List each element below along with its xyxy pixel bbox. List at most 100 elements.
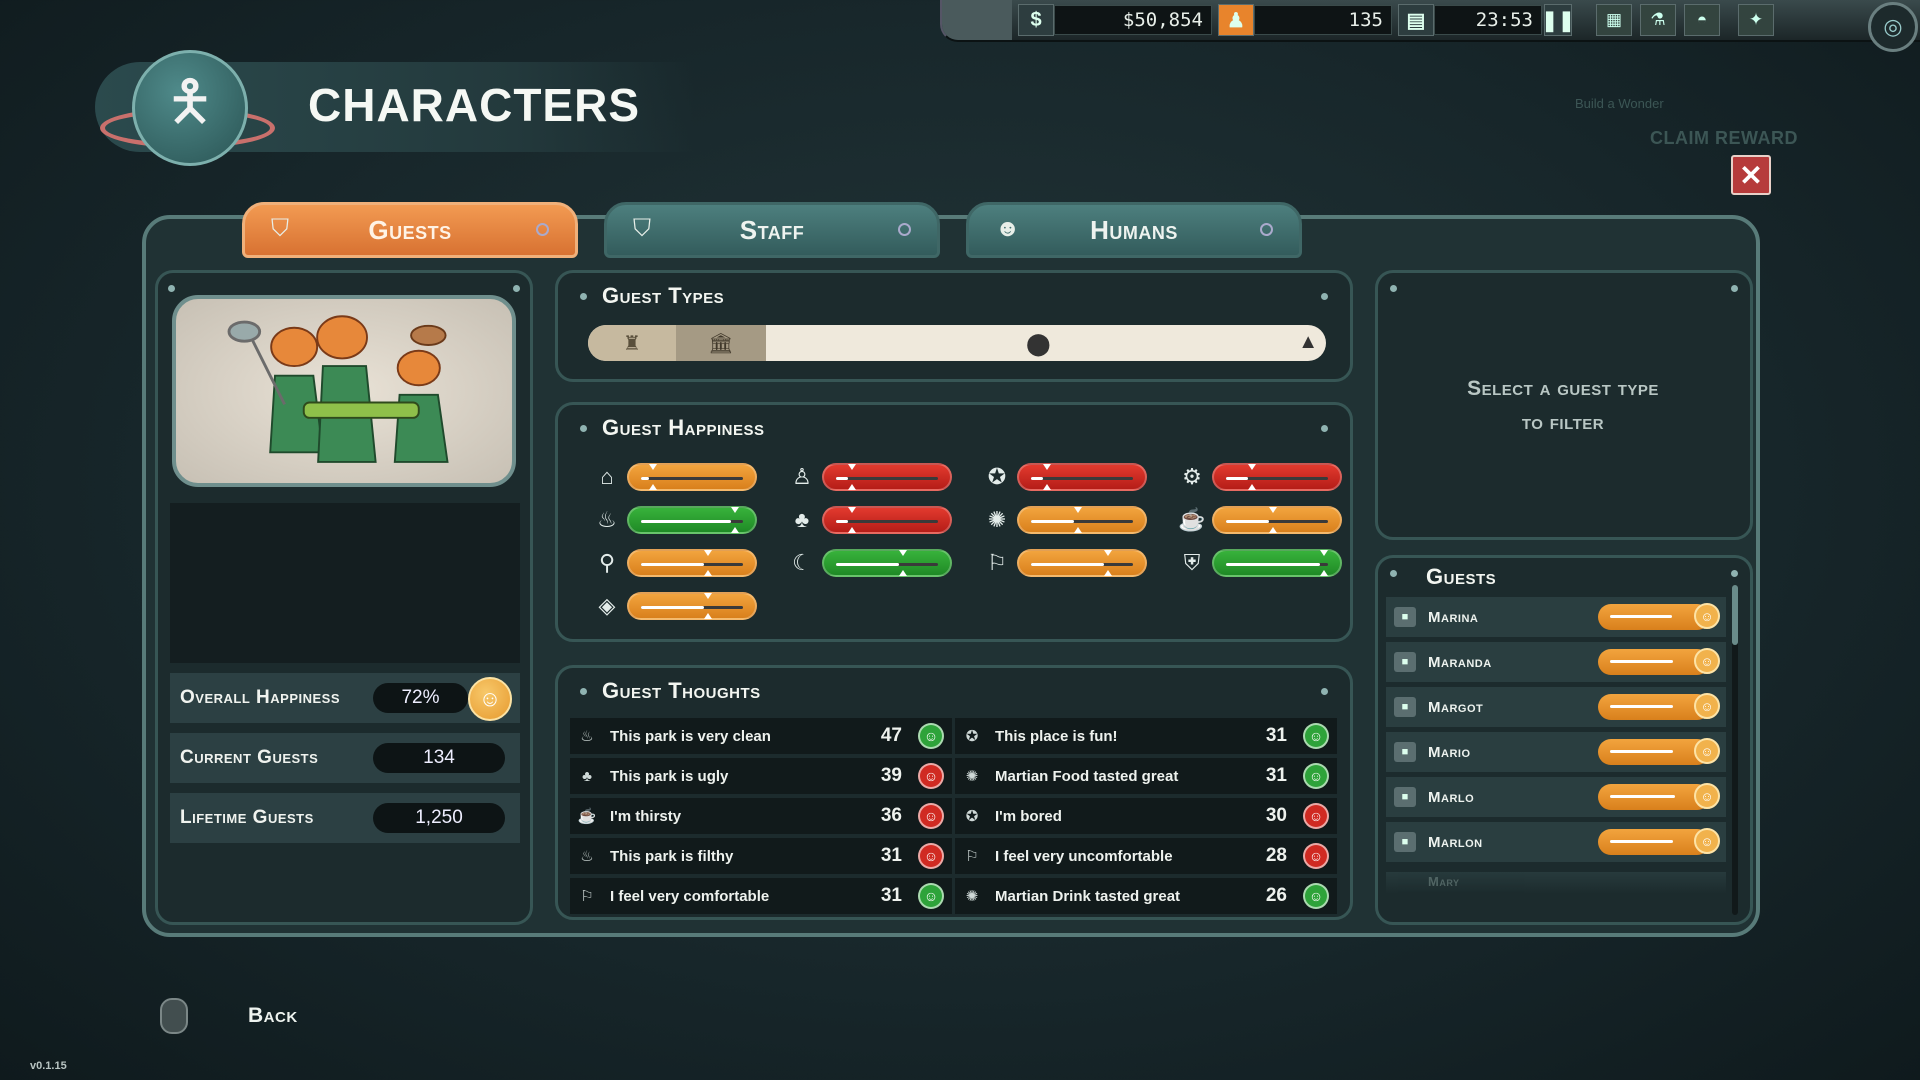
happiness-meter <box>1017 506 1147 534</box>
thought-count: 31 <box>880 885 902 906</box>
unhappy-mood-icon: ☺ <box>918 803 944 829</box>
thought-row: ♨ This park is very clean 47 ☺ <box>570 718 952 754</box>
clock-display: ▤ 23:53 ❚❚ <box>1398 4 1575 36</box>
thought-count: 31 <box>880 845 902 866</box>
ufo-icon[interactable]: ◓ <box>1684 4 1720 36</box>
guest-type-martian-icon[interactable]: ⬤ <box>1026 331 1051 357</box>
tab-label: Guests <box>368 214 452 245</box>
guest-row[interactable]: ■ Marina ☺ <box>1386 597 1726 637</box>
camera-icon[interactable]: ■ <box>1394 787 1416 807</box>
happiness-meter <box>627 506 757 534</box>
tab-dot-icon <box>1260 223 1273 236</box>
guest-name: Mary <box>1428 874 1460 889</box>
thought-row: ⚐ I feel very uncomfortable 28 ☺ <box>955 838 1337 874</box>
happy-mood-icon: ☺ <box>1303 763 1329 789</box>
bullet-icon <box>1321 425 1328 432</box>
guest-row-partial[interactable]: Mary <box>1386 872 1726 894</box>
happiness-meter <box>627 549 757 577</box>
guest-row[interactable]: ■ Margot ☺ <box>1386 687 1726 727</box>
tab-staff[interactable]: ⛉ Staff <box>604 202 940 258</box>
thought-row: ✪ I'm bored 30 ☺ <box>955 798 1337 834</box>
money-display: $ $50,854 <box>1018 4 1212 36</box>
thought-count: 47 <box>880 725 902 746</box>
bullet-icon <box>1390 285 1397 292</box>
bullet-icon <box>168 285 175 292</box>
character-badge-icon: 🯅 <box>132 50 248 166</box>
comfort-icon: ⚐ <box>987 550 1007 575</box>
human-icon: ☻ <box>995 215 1021 242</box>
thought-text: I feel very uncomfortable <box>995 847 1173 865</box>
dollar-icon: $ <box>1018 4 1054 36</box>
martian-group-illustration <box>227 315 449 463</box>
guest-name: Maranda <box>1428 653 1492 671</box>
stat-label: Lifetime Guests <box>180 807 314 828</box>
bullet-icon <box>580 293 587 300</box>
happy-face-icon: ☺ <box>1694 693 1720 719</box>
scroll-thumb[interactable] <box>1732 585 1738 645</box>
build-icon[interactable]: ▦ <box>1596 4 1632 36</box>
tab-guests[interactable]: ⛉ Guests <box>242 202 578 258</box>
guest-types-bar[interactable]: ♜ 🏛 ⬤ ▲ <box>588 325 1326 361</box>
radar-icon[interactable]: ◎ <box>1868 2 1918 52</box>
filter-hint: Select a guest type to filter <box>1380 372 1746 440</box>
happy-face-icon: ☺ <box>1694 783 1720 809</box>
back-button[interactable]: Back <box>248 1004 298 1028</box>
guest-type-museum-icon[interactable]: 🏛 <box>676 325 766 361</box>
scenery-icon: ♣ <box>582 767 592 785</box>
guest-name: Marlon <box>1428 833 1483 851</box>
bullet-icon <box>1321 293 1328 300</box>
thought-count: 36 <box>880 805 902 826</box>
camera-icon[interactable]: ■ <box>1394 697 1416 717</box>
clipboard-icon[interactable]: ▤ <box>1398 4 1434 36</box>
guest-name: Margot <box>1428 698 1484 716</box>
bullet-icon <box>1321 688 1328 695</box>
bath-icon: ♨ <box>597 507 617 532</box>
tab-dot-icon <box>536 223 549 236</box>
guest-count-value: 135 <box>1254 5 1392 35</box>
bullet-icon <box>580 425 587 432</box>
settings-icon[interactable]: ✦ <box>1738 4 1774 36</box>
guest-type-family-icon[interactable]: ♜ <box>588 325 676 361</box>
camera-icon[interactable]: ■ <box>1394 652 1416 672</box>
thought-text: I'm thirsty <box>610 807 682 825</box>
attraction-icon: ✪ <box>987 464 1007 489</box>
current-guests-value: 134 <box>373 743 505 773</box>
hud-decor <box>942 0 1012 40</box>
guest-type-end-icon[interactable]: ▲ <box>1298 331 1318 354</box>
tab-humans[interactable]: ☻ Humans <box>966 202 1302 258</box>
thought-row: ✺ Martian Food tasted great 31 ☺ <box>955 758 1337 794</box>
food-icon: ✺ <box>965 888 979 905</box>
thought-count: 26 <box>1265 885 1287 906</box>
panel-title: Guests <box>1426 564 1497 589</box>
happy-mood-icon: ☺ <box>918 723 944 749</box>
guest-row[interactable]: ■ Maranda ☺ <box>1386 642 1726 682</box>
thought-row: ☕ I'm thirsty 36 ☺ <box>570 798 952 834</box>
guest-row[interactable]: ■ Marlo ☺ <box>1386 777 1726 817</box>
thought-text: This park is ugly <box>610 767 729 785</box>
guest-name: Mario <box>1428 743 1471 761</box>
happiness-meter <box>1212 549 1342 577</box>
tab-dot-icon <box>898 223 911 236</box>
happy-face-icon: ☺ <box>1694 828 1720 854</box>
filter-hint-line: Select a guest type <box>1467 377 1659 400</box>
drink-icon: ☕ <box>1178 507 1206 532</box>
pause-icon[interactable]: ❚❚ <box>1541 4 1575 36</box>
money-value: $50,854 <box>1054 5 1212 35</box>
happiness-meter <box>627 592 757 620</box>
research-icon[interactable]: ⚗ <box>1640 4 1676 36</box>
thought-count: 31 <box>1265 725 1287 746</box>
camera-icon[interactable]: ■ <box>1394 742 1416 762</box>
guest-row[interactable]: ■ Mario ☺ <box>1386 732 1726 772</box>
comfort-icon: ⚐ <box>580 888 594 905</box>
happy-mood-icon: ☺ <box>918 883 944 909</box>
camera-icon[interactable]: ■ <box>1394 607 1416 627</box>
guest-shield-icon: ⛉ <box>271 215 289 242</box>
guest-row[interactable]: ■ Marlon ☺ <box>1386 822 1726 862</box>
guest-list-scrollbar[interactable] <box>1732 585 1738 915</box>
money-bag-icon: ◈ <box>598 593 616 618</box>
guest-name: Marina <box>1428 608 1479 626</box>
camera-icon[interactable]: ■ <box>1394 832 1416 852</box>
bullet-icon <box>513 285 520 292</box>
thought-count: 31 <box>1265 765 1287 786</box>
close-button[interactable]: ✕ <box>1731 155 1771 195</box>
